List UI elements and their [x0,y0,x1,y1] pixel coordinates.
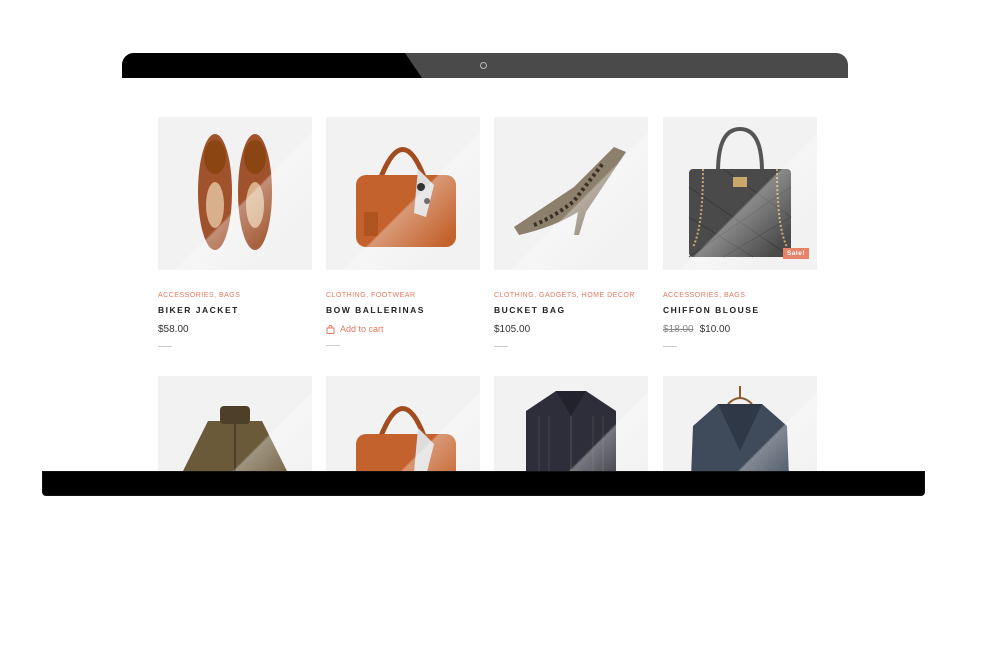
product-card[interactable]: Clothing, Footwear Bow Ballerinas Add to… [326,117,480,346]
shoes-image [198,134,272,250]
old-price: $18.00 [663,324,694,335]
add-to-cart-label[interactable]: Add to cart [340,324,384,334]
product-image[interactable] [326,117,480,270]
divider [326,345,340,346]
product-card[interactable] [663,376,817,472]
product-card[interactable]: Clothing, Gadgets, Home Decor Bucket Bag… [494,117,648,347]
laptop-base [43,472,924,495]
product-price: $18.00 $10.00 [663,324,817,335]
handbag-image [356,406,456,472]
lid-shadow [122,53,422,78]
add-to-cart-button[interactable]: Add to cart [326,324,480,334]
laptop-screen: Accessories, Bags Biker Jacket $58.00 Cl… [122,78,848,472]
bag-icon [326,324,335,334]
product-card[interactable] [326,376,480,472]
divider [494,346,508,347]
product-image[interactable] [494,376,648,472]
product-card[interactable]: Accessories, Bags Biker Jacket $58.00 [158,117,312,347]
leather-jacket-image [691,386,789,472]
current-price: $105.00 [494,324,531,335]
product-card[interactable] [494,376,648,472]
webcam-icon [480,62,487,69]
product-categories[interactable]: Clothing, Gadgets, Home Decor [494,292,648,299]
product-card[interactable] [158,376,312,472]
product-title[interactable]: Bow Ballerinas [326,305,480,315]
divider [663,346,677,347]
product-image[interactable]: Sale! [663,117,817,270]
product-price: $105.00 [494,324,648,335]
heel-image [514,147,626,235]
product-price: $58.00 [158,324,312,335]
shirt-image [526,391,616,472]
sale-badge: Sale! [782,248,809,259]
product-card[interactable]: Sale! Accessories, Bags Chiffon Blouse $… [663,117,817,347]
product-image[interactable] [326,376,480,472]
product-title[interactable]: Chiffon Blouse [663,305,817,315]
product-categories[interactable]: Clothing, Footwear [326,292,480,299]
product-title[interactable]: Biker Jacket [158,305,312,315]
product-categories[interactable]: Accessories, Bags [663,292,817,299]
product-image[interactable] [158,376,312,472]
product-categories[interactable]: Accessories, Bags [158,292,312,299]
product-title[interactable]: Bucket Bag [494,305,648,315]
laptop-lid [122,53,848,78]
product-image[interactable] [663,376,817,472]
current-price: $58.00 [158,324,189,335]
handbag-image [356,147,456,247]
current-price: $10.00 [699,324,731,335]
product-image[interactable] [158,117,312,270]
jacket-image [183,406,287,472]
product-image[interactable] [494,117,648,270]
divider [158,346,172,347]
quilted-bag-image [688,126,792,258]
